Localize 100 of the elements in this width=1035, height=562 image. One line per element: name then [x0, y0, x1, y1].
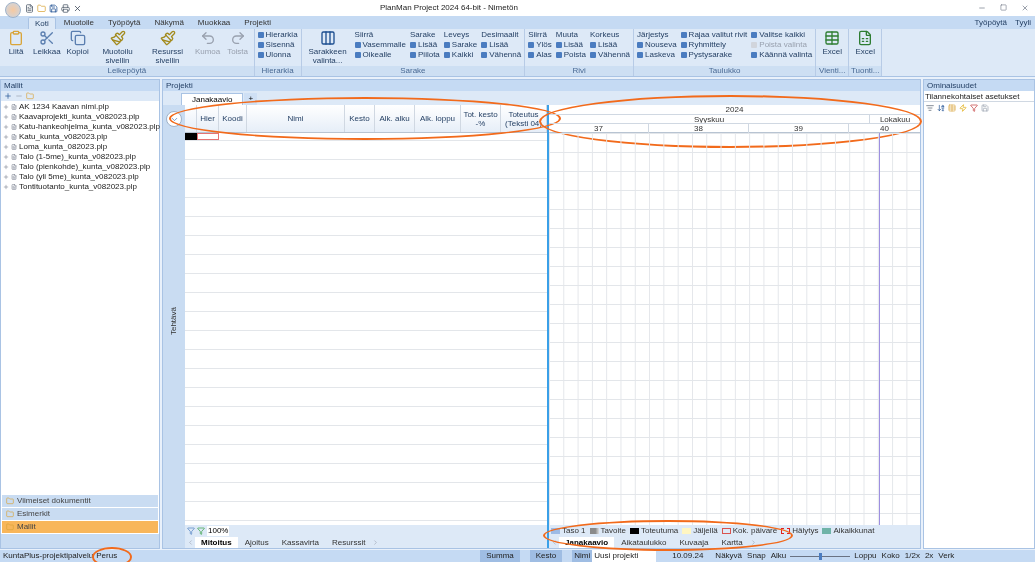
file-tree-item[interactable]: Talo (yli 5me)_kunta_v082023.plp: [1, 172, 159, 182]
status-button[interactable]: 1/2x: [904, 550, 920, 562]
file-tree-item[interactable]: Talo (pienkohde)_kunta_v082023.plp: [1, 162, 159, 172]
remove-icon[interactable]: [15, 92, 23, 100]
tab[interactable]: Janakaavio: [181, 93, 244, 105]
ribbon-button[interactable]: Rajaa valitut rivit: [680, 30, 748, 40]
active-cell[interactable]: [197, 133, 219, 140]
add-tab-button[interactable]: +: [244, 93, 258, 105]
file-tree-item[interactable]: Tontituotanto_kunta_v082023.plp: [1, 182, 159, 192]
tab[interactable]: Kassavirta: [275, 536, 326, 548]
nav-button[interactable]: Viimeiset dokumentit: [2, 495, 158, 507]
ribbon-button[interactable]: Oikealle: [354, 50, 406, 60]
ribbon-button[interactable]: Ulonna: [257, 50, 298, 60]
ribbon-button[interactable]: Sisennä: [257, 40, 298, 50]
tab[interactable]: Aikataulukko: [615, 536, 673, 548]
new-file-icon[interactable]: [25, 3, 34, 13]
ribbon-button[interactable]: Sarake: [443, 40, 478, 50]
scroll-left-icon[interactable]: [551, 538, 558, 546]
ribbon-button[interactable]: Ylös: [528, 40, 552, 50]
scroll-right-icon[interactable]: [749, 538, 757, 546]
project-name-field[interactable]: Uusi projekti: [592, 550, 657, 562]
scroll-right-icon[interactable]: [372, 538, 380, 546]
ribbon-button[interactable]: Lisää: [410, 40, 440, 50]
tab[interactable]: Projekti: [238, 17, 277, 29]
lightning-icon[interactable]: [959, 104, 967, 112]
tab[interactable]: Kuvaaja: [673, 536, 715, 548]
maximize-icon[interactable]: [1000, 4, 1007, 11]
column-header[interactable]: Nimi: [247, 105, 345, 132]
save-icon[interactable]: [49, 3, 58, 13]
tab[interactable]: Näkymä: [148, 17, 190, 29]
ribbon-button[interactable]: Piilota: [410, 50, 440, 60]
column-header[interactable]: Tot. kesto -%: [461, 105, 501, 132]
tab[interactable]: Resurssit: [326, 536, 372, 548]
sort-icon[interactable]: [937, 104, 945, 112]
filter-icon[interactable]: [197, 526, 205, 535]
ribbon-button[interactable]: Sarakkeen valinta...: [304, 30, 351, 66]
column-chooser-button[interactable]: [166, 111, 182, 127]
ribbon-button[interactable]: Pystysarake: [680, 50, 748, 60]
column-header[interactable]: Alk. loppu: [415, 105, 461, 132]
ribbon-button[interactable]: Kaikki: [443, 50, 478, 60]
app-menu-button[interactable]: [5, 2, 21, 18]
ribbon-button[interactable]: Lisää: [590, 40, 631, 50]
ribbon-button[interactable]: Ryhmittely: [680, 40, 748, 50]
tab[interactable]: Kartta: [715, 536, 749, 548]
tab[interactable]: Janakaavio: [559, 536, 615, 548]
tab[interactable]: Työpöytä: [102, 17, 147, 29]
ribbon-button[interactable]: Liitä: [3, 30, 29, 66]
file-tree-item[interactable]: Katu-hankeohjelma_kunta_v082023.plp: [1, 122, 159, 132]
ribbon-button[interactable]: Lisää: [555, 40, 586, 50]
ribbon-button[interactable]: Laskeva: [637, 50, 677, 60]
ribbon-button[interactable]: Valitse kaikki: [751, 30, 813, 40]
file-tree-item[interactable]: Kaavaprojekti_kunta_v082023.plp: [1, 112, 159, 122]
nav-button[interactable]: Esimerkit: [2, 508, 158, 520]
ribbon-button[interactable]: Nouseva: [637, 40, 677, 50]
tab[interactable]: Ajoitus: [238, 536, 275, 548]
ribbon-link[interactable]: Tyyli: [1015, 16, 1031, 29]
ribbon-button[interactable]: Vasemmalle: [354, 40, 406, 50]
status-button[interactable]: Alku: [770, 550, 787, 562]
ribbon-button[interactable]: Poista: [555, 50, 586, 60]
grid-icon[interactable]: [948, 104, 956, 112]
ribbon-button[interactable]: Vähennä: [481, 50, 522, 60]
filter-icon[interactable]: [187, 526, 195, 535]
tab[interactable]: Muotoile: [57, 17, 101, 29]
zoom-slider[interactable]: [790, 552, 851, 560]
status-button[interactable]: Näkyvä: [715, 550, 743, 562]
add-icon[interactable]: [4, 92, 12, 100]
filter-icon[interactable]: [970, 104, 978, 112]
tab[interactable]: Koti: [28, 17, 56, 29]
file-tree-item[interactable]: Loma_kunta_082023.plp: [1, 142, 159, 152]
ribbon-button[interactable]: Resurssi sivellin: [144, 30, 191, 66]
status-button[interactable]: 2x: [924, 550, 934, 562]
file-tree-item[interactable]: Katu_kunta_v082023.plp: [1, 132, 159, 142]
folder-icon[interactable]: [26, 92, 34, 100]
printer-icon[interactable]: [61, 3, 70, 13]
ribbon-button[interactable]: Hierarkia: [257, 30, 298, 40]
status-button[interactable]: Snap: [747, 550, 766, 562]
nav-button[interactable]: Mallit: [2, 521, 158, 533]
status-button[interactable]: Koko: [881, 550, 900, 562]
close-icon[interactable]: [1021, 4, 1029, 12]
ribbon-button[interactable]: Lisää: [481, 40, 522, 50]
scroll-left-icon[interactable]: [187, 538, 194, 546]
ribbon-link[interactable]: Työpöytä: [974, 16, 1007, 29]
file-tree-item[interactable]: AK 1234 Kaavan nimi.plp: [1, 102, 159, 112]
list-icon[interactable]: [926, 104, 934, 112]
slider-thumb[interactable]: [819, 552, 823, 560]
ribbon-button[interactable]: Leikkaa: [33, 30, 61, 66]
status-button[interactable]: Loppu: [854, 550, 877, 562]
minimize-icon[interactable]: [978, 4, 986, 12]
ribbon-button[interactable]: Käännä valinta: [751, 50, 813, 60]
column-header[interactable]: Alk. alku: [375, 105, 415, 132]
column-header[interactable]: Koodi: [219, 105, 247, 132]
ribbon-button[interactable]: Muotoilu sivellin: [94, 30, 141, 66]
file-tree-item[interactable]: Talo (1-5me)_kunta_v082023.plp: [1, 152, 159, 162]
ribbon-button[interactable]: Excel: [852, 30, 879, 66]
column-header[interactable]: Kesto: [345, 105, 375, 132]
column-header[interactable]: Hier: [197, 105, 219, 132]
ribbon-button[interactable]: Excel: [819, 30, 846, 66]
ribbon-button[interactable]: Vähennä: [590, 50, 631, 60]
ribbon-button[interactable]: Alas: [528, 50, 552, 60]
close-icon[interactable]: [73, 3, 82, 13]
